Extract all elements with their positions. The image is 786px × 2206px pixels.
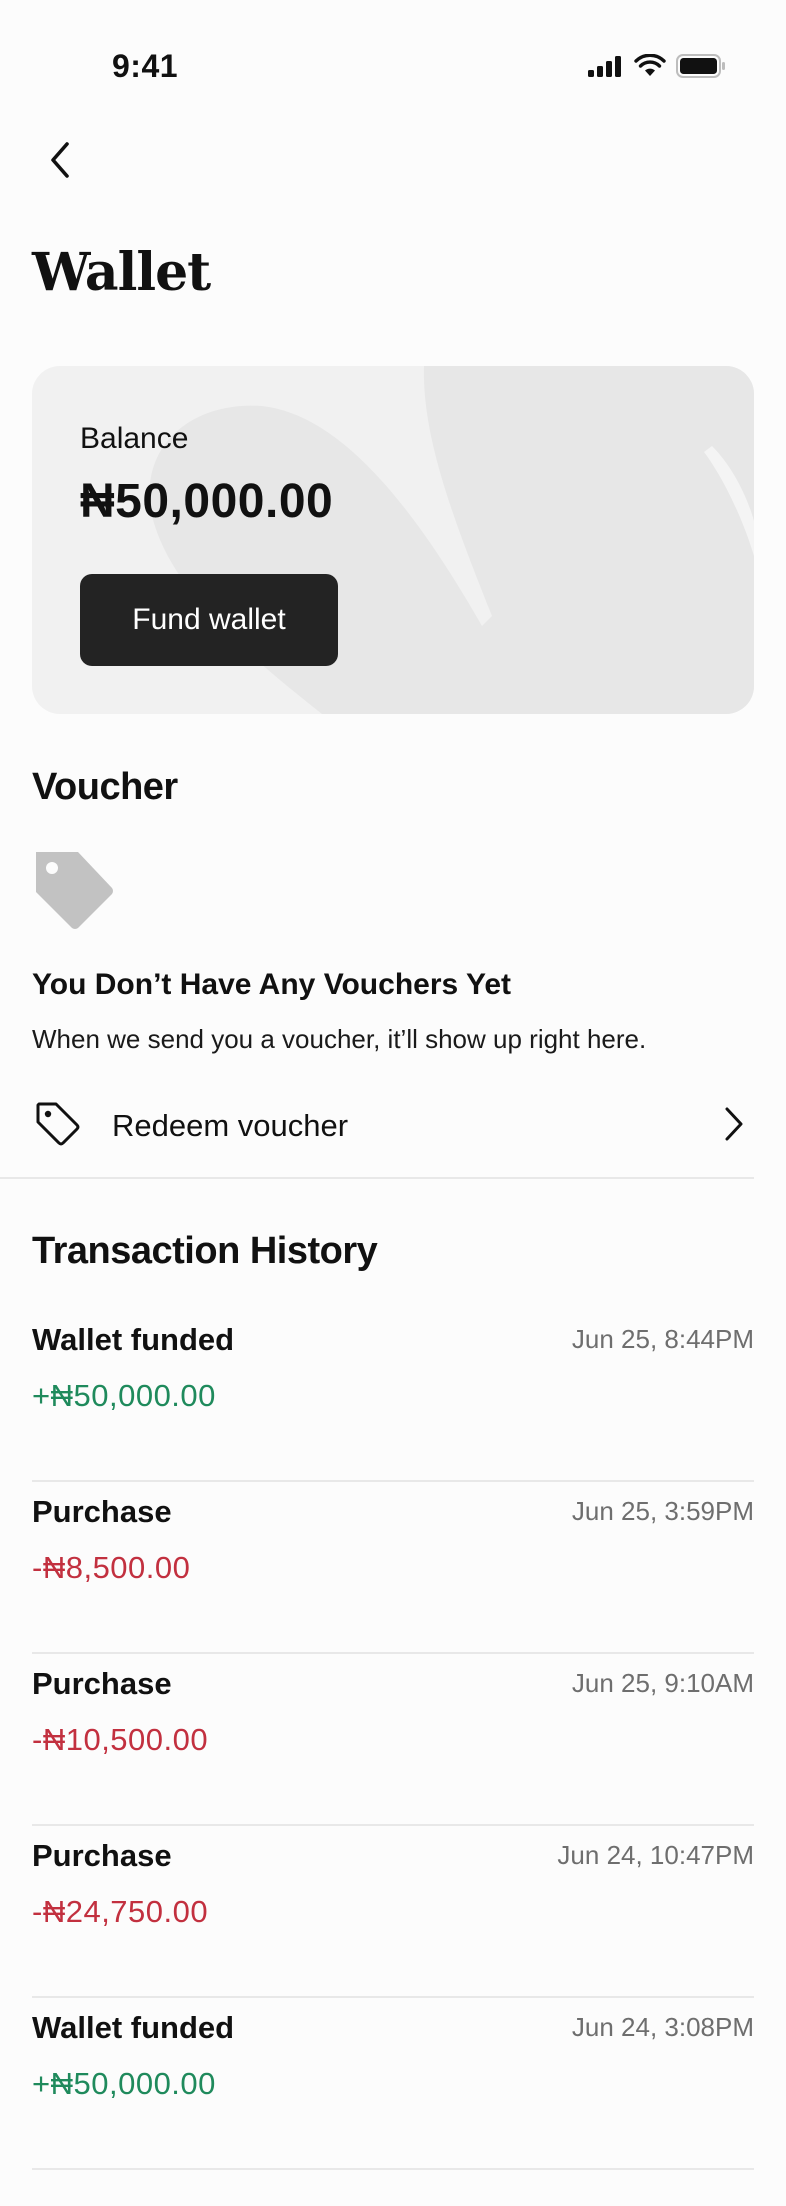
battery-icon: [676, 54, 725, 78]
redeem-voucher-row[interactable]: Redeem voucher: [0, 1082, 754, 1178]
transaction-item[interactable]: Wallet funded +₦50,000.00 Jun 24, 3:08PM: [32, 1998, 754, 2170]
section-divider: [0, 1177, 754, 1179]
back-button[interactable]: [30, 130, 90, 190]
redeem-voucher-label: Redeem voucher: [112, 1108, 349, 1143]
transaction-date: Jun 24, 10:47PM: [557, 1840, 754, 1870]
status-time: 9:41: [112, 48, 179, 84]
wifi-icon: [634, 54, 666, 76]
balance-card: Balance ₦50,000.00 Fund wallet: [32, 366, 754, 714]
tag-icon: [36, 852, 113, 929]
transaction-date: Jun 25, 9:10AM: [571, 1668, 754, 1698]
empty-vouchers-title: You Don’t Have Any Vouchers Yet: [32, 968, 512, 1001]
transaction-amount: -₦24,750.00: [32, 1894, 209, 1929]
status-bar: 9:41: [0, 0, 786, 130]
chevron-left-icon: [51, 142, 69, 178]
transaction-title: Purchase: [32, 1494, 172, 1529]
transaction-item[interactable]: Wallet funded +₦50,000.00 Jun 25, 8:44PM: [32, 1310, 754, 1482]
transaction-date: Jun 25, 8:44PM: [571, 1324, 754, 1354]
transaction-date: Jun 25, 3:59PM: [571, 1496, 754, 1526]
transaction-amount: +₦50,000.00: [32, 2066, 216, 2101]
transaction-amount: -₦10,500.00: [32, 1722, 209, 1757]
transaction-title: Wallet funded: [32, 1322, 235, 1357]
transaction-title: Purchase: [32, 1666, 172, 1701]
status-icons: [588, 54, 726, 78]
transaction-date: Jun 24, 3:08PM: [571, 2012, 754, 2042]
transaction-item[interactable]: Purchase -₦8,500.00 Jun 25, 3:59PM: [32, 1482, 754, 1654]
voucher-section-title: Voucher: [32, 766, 178, 808]
transaction-history-title: Transaction History: [32, 1230, 378, 1272]
signal-icon: [588, 56, 621, 77]
balance-amount: ₦50,000.00: [80, 475, 334, 528]
transaction-item[interactable]: Purchase -₦24,750.00 Jun 24, 10:47PM: [32, 1826, 754, 1998]
tag-outline-icon: [36, 1102, 80, 1146]
balance-label: Balance: [80, 422, 189, 455]
transaction-amount: -₦8,500.00: [32, 1550, 191, 1585]
transaction-list: Wallet funded +₦50,000.00 Jun 25, 8:44PM…: [32, 1310, 754, 2170]
page-title: Wallet: [32, 242, 211, 303]
empty-vouchers-subtitle: When we send you a voucher, it’ll show u…: [32, 1024, 647, 1054]
transaction-amount: +₦50,000.00: [32, 1378, 216, 1413]
fund-wallet-button[interactable]: Fund wallet: [80, 574, 338, 666]
transaction-item[interactable]: Purchase -₦10,500.00 Jun 25, 9:10AM: [32, 1654, 754, 1826]
chevron-right-icon: [725, 1107, 743, 1141]
transaction-title: Wallet funded: [32, 2010, 235, 2045]
transaction-title: Purchase: [32, 1838, 172, 1873]
